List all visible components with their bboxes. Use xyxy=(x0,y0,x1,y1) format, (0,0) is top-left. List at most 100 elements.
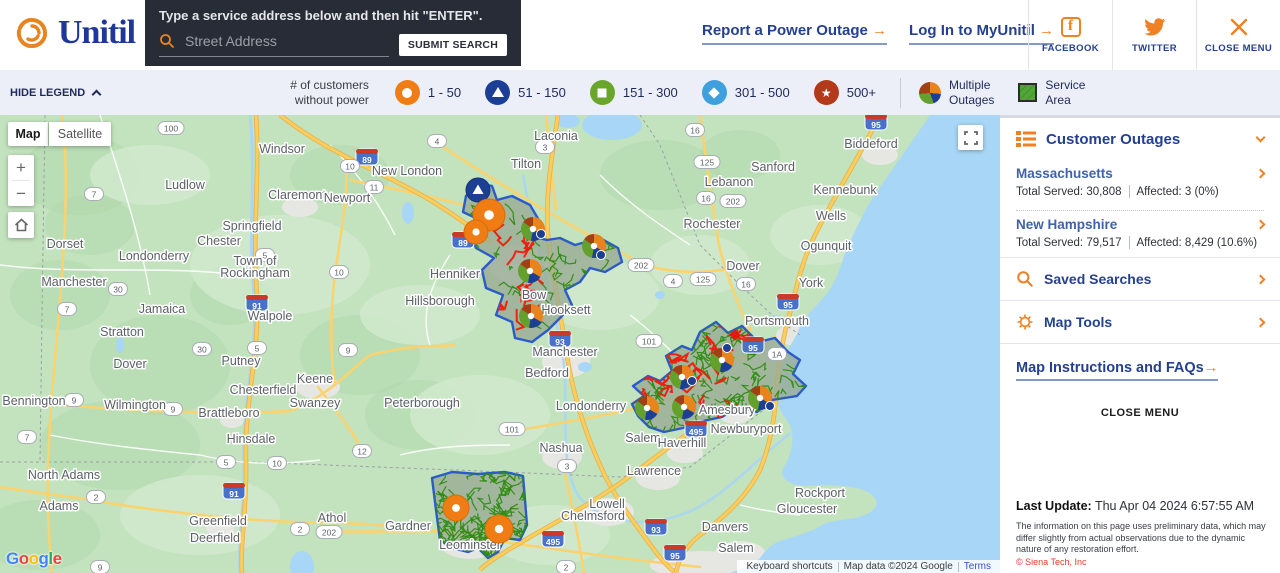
service-area-icon xyxy=(1018,83,1037,102)
interstate-shield-495: 495 xyxy=(542,531,564,547)
logo-text: Unitil xyxy=(58,14,135,52)
route-shield-7: 7 xyxy=(58,303,77,316)
customer-outages-header[interactable]: Customer Outages xyxy=(1000,118,1280,160)
town-label: Amesbury xyxy=(699,403,756,417)
close-menu-link[interactable]: CLOSE MENU xyxy=(1000,407,1280,419)
outage-marker-orange[interactable] xyxy=(464,220,488,244)
svg-text:202: 202 xyxy=(322,528,336,538)
town-label: Manchester xyxy=(532,345,597,359)
zoom-control: + − xyxy=(8,155,34,206)
route-shield-7: 7 xyxy=(18,431,37,444)
town-label: Windsor xyxy=(259,142,305,156)
gear-icon xyxy=(1016,313,1034,331)
outage-marker-bluedot[interactable] xyxy=(688,377,697,386)
map-view-button[interactable]: Map xyxy=(8,122,48,146)
interstate-shield-91: 91 xyxy=(223,483,245,499)
town-label: Gloucester xyxy=(777,502,837,516)
satellite-view-button[interactable]: Satellite xyxy=(49,122,111,146)
map-tools-row[interactable]: Map Tools xyxy=(1000,301,1280,343)
town-label: Londonderry xyxy=(556,399,627,413)
route-shield-5: 5 xyxy=(248,342,267,355)
star-marker-icon: ★ xyxy=(814,80,839,105)
hide-legend-toggle[interactable]: HIDE LEGEND xyxy=(10,87,100,99)
map-instructions-link[interactable]: Map Instructions and FAQs→ xyxy=(1016,360,1218,381)
legend-item-star: ★500+ xyxy=(814,80,876,105)
facebook-button[interactable]: f FACEBOOK xyxy=(1028,0,1112,70)
route-shield-5: 5 xyxy=(217,456,236,469)
header-links: Report a Power Outage → Log In to MyUnit… xyxy=(702,0,1054,66)
town-label: Hooksett xyxy=(541,303,591,317)
region-new-hampshire[interactable]: New Hampshire Total Served: 79,517Affect… xyxy=(1000,211,1280,257)
unitil-logo[interactable]: Unitil xyxy=(14,14,135,52)
town-label: Ludlow xyxy=(165,178,206,192)
region-massachusetts[interactable]: Massachusetts Total Served: 30,808Affect… xyxy=(1000,160,1280,206)
outage-marker-cluster[interactable] xyxy=(519,304,543,328)
town-label: Ogunquit xyxy=(801,239,852,253)
outage-marker-bluedot[interactable] xyxy=(766,402,775,411)
zoom-in-button[interactable]: + xyxy=(8,155,34,180)
route-shield-2: 2 xyxy=(87,491,106,504)
outage-marker-orange[interactable] xyxy=(485,515,513,543)
town-label: Rochester xyxy=(684,217,741,231)
close-menu-button[interactable]: CLOSE MENU xyxy=(1196,0,1280,70)
map-canvas[interactable]: 1008989104311161251620295202412516951019… xyxy=(0,115,1000,573)
town-label: Newburyport xyxy=(711,422,782,436)
svg-text:91: 91 xyxy=(229,489,239,499)
svg-text:9: 9 xyxy=(346,346,351,356)
legend-item-label: 51 - 150 xyxy=(518,85,566,100)
legend-item-label: 151 - 300 xyxy=(623,85,678,100)
legend-multiple-outages: MultipleOutages xyxy=(919,78,994,108)
outage-marker-cluster[interactable] xyxy=(672,395,696,419)
town-label: Laconia xyxy=(534,129,578,143)
town-label: Lawrence xyxy=(627,464,681,478)
svg-text:3: 3 xyxy=(565,462,570,472)
svg-text:93: 93 xyxy=(651,525,661,535)
chevron-right-icon xyxy=(1256,274,1266,284)
zoom-out-button[interactable]: − xyxy=(8,181,34,206)
town-label: Rockport xyxy=(795,486,846,500)
route-shield-4: 4 xyxy=(664,275,683,288)
outage-marker-cluster[interactable] xyxy=(518,259,542,283)
legend-service-area: ServiceArea xyxy=(1018,78,1085,108)
multiple-outages-icon xyxy=(919,82,941,104)
svg-text:16: 16 xyxy=(741,280,751,290)
town-label: Hillsborough xyxy=(405,294,475,308)
outage-marker-triangle[interactable] xyxy=(466,178,490,202)
last-update-label: Last Update: xyxy=(1016,499,1092,513)
legend-item-label: 301 - 500 xyxy=(735,85,790,100)
town-label: Lebanon xyxy=(705,175,754,189)
outage-list-icon xyxy=(1016,130,1036,148)
region-stats: Total Served: 30,808Affected: 3 (0%) xyxy=(1016,185,1264,198)
legend-item-triangle: 51 - 150 xyxy=(485,80,566,105)
terms-link[interactable]: Terms xyxy=(959,561,996,572)
town-label: Putney xyxy=(222,354,262,368)
town-label: Tilton xyxy=(511,157,541,171)
town-label: Deerfield xyxy=(190,531,240,545)
chevron-right-icon xyxy=(1256,220,1266,230)
copyright-text[interactable]: © Siena Tech, Inc xyxy=(1016,557,1268,567)
route-shield-10: 10 xyxy=(330,266,349,279)
google-logo: Google xyxy=(6,549,62,569)
outage-marker-orange[interactable] xyxy=(443,495,469,521)
fullscreen-button[interactable] xyxy=(958,125,983,150)
keyboard-shortcuts-link[interactable]: Keyboard shortcuts xyxy=(741,561,837,572)
home-button[interactable] xyxy=(8,212,34,238)
street-address-input[interactable] xyxy=(183,32,383,50)
outage-marker-bluedot[interactable] xyxy=(597,251,606,260)
town-label: Greenfield xyxy=(189,514,247,528)
svg-text:30: 30 xyxy=(113,285,123,295)
outage-marker-bluedot[interactable] xyxy=(537,230,546,239)
town-label: Nashua xyxy=(539,441,582,455)
twitter-button[interactable]: TWITTER xyxy=(1112,0,1196,70)
outage-map[interactable]: 1008989104311161251620295202412516951019… xyxy=(0,115,1000,573)
search-icon xyxy=(159,33,175,49)
report-outage-link[interactable]: Report a Power Outage → xyxy=(702,22,887,45)
square-marker-icon xyxy=(590,80,615,105)
svg-text:202: 202 xyxy=(634,261,648,271)
saved-searches-row[interactable]: Saved Searches xyxy=(1000,258,1280,300)
submit-search-button[interactable]: SUBMIT SEARCH xyxy=(399,34,507,56)
outage-marker-bluedot[interactable] xyxy=(723,344,732,353)
svg-text:5: 5 xyxy=(224,458,229,468)
outage-marker-cluster[interactable] xyxy=(635,396,659,420)
svg-text:89: 89 xyxy=(362,155,372,165)
